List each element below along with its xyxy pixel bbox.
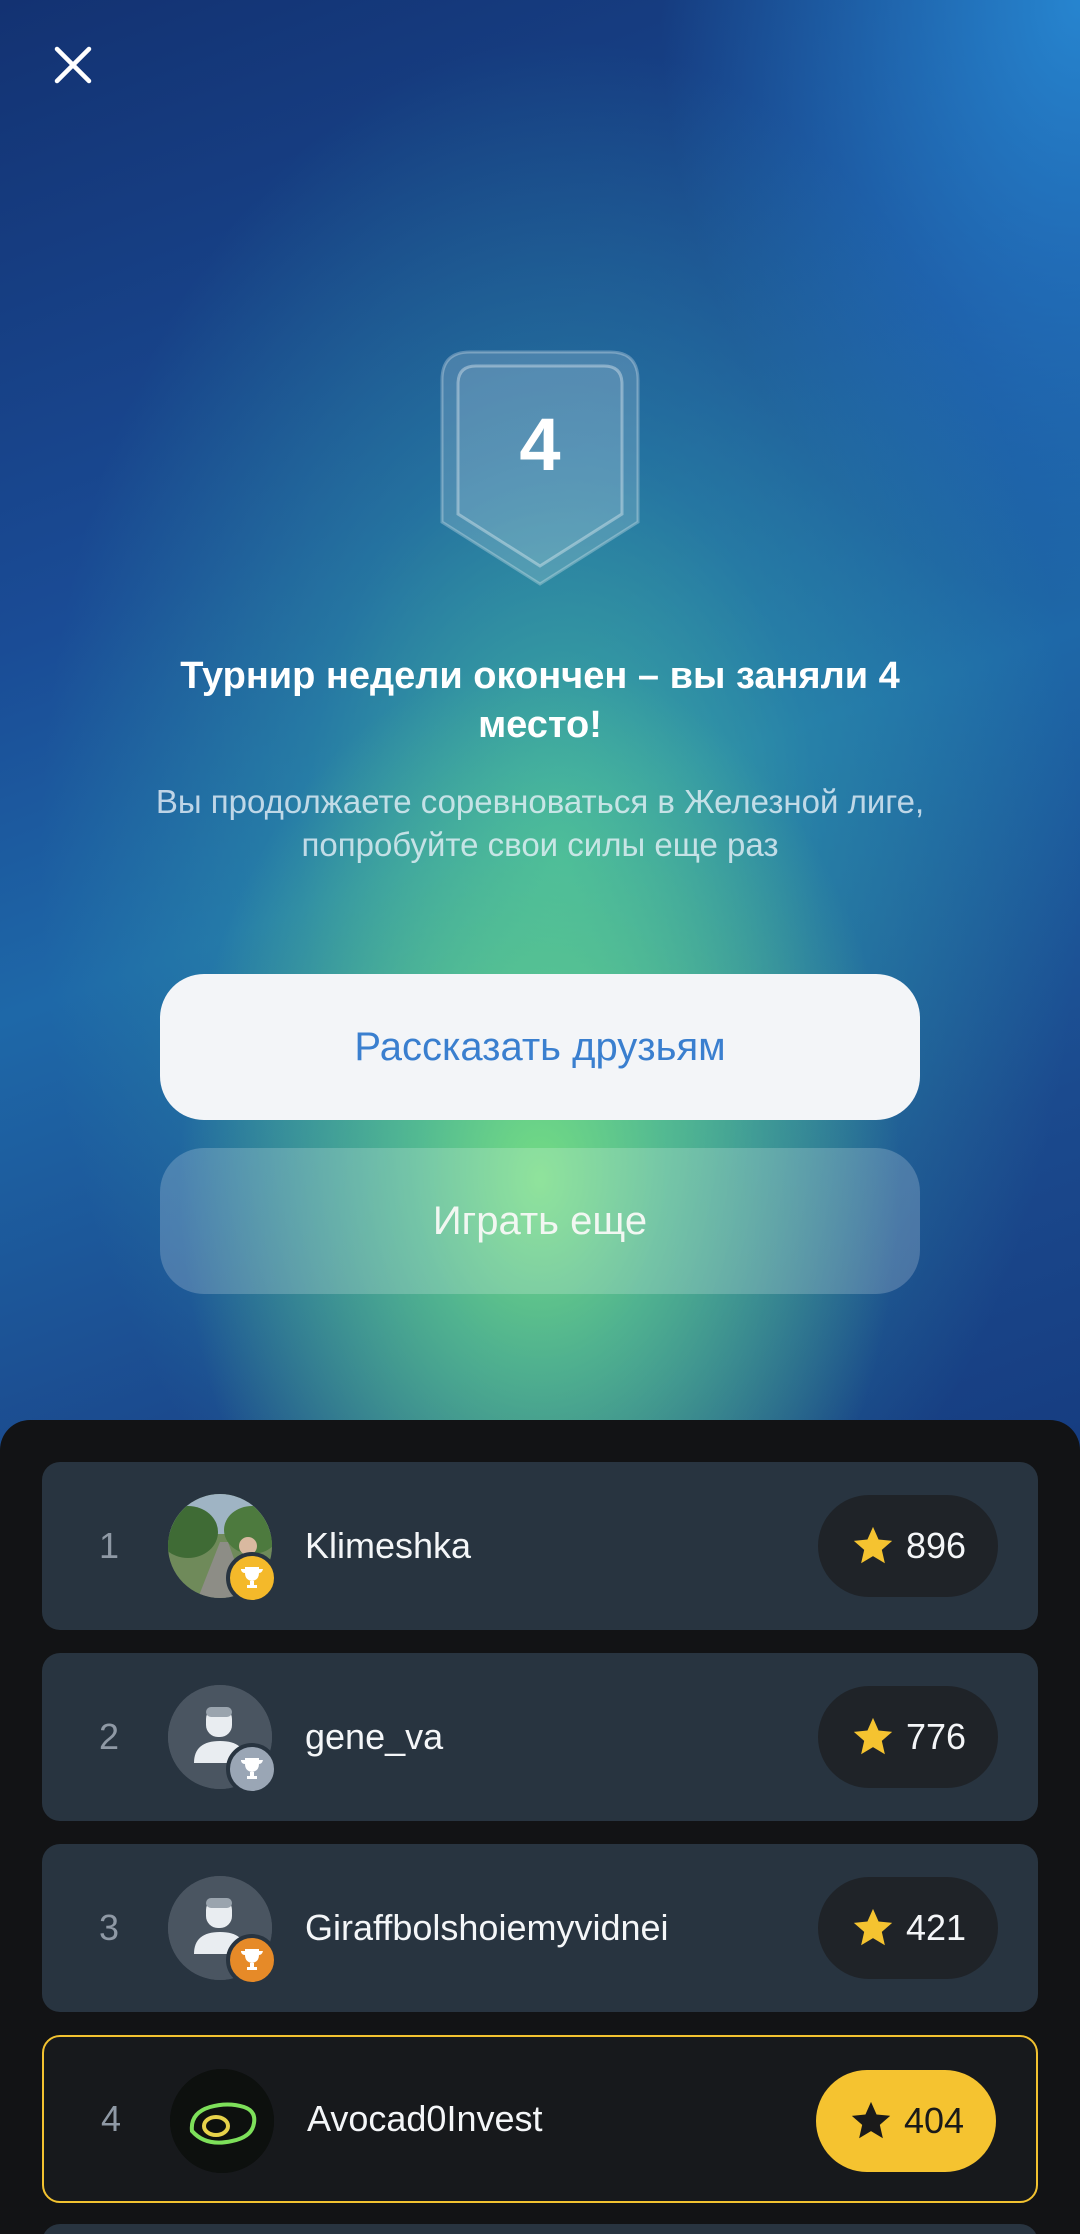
score-pill: 896 [818, 1495, 998, 1597]
avatar [170, 2069, 274, 2173]
play-again-button[interactable]: Играть еще [160, 1148, 920, 1294]
star-icon [853, 1908, 893, 1946]
score-value: 421 [905, 1907, 967, 1948]
star-icon [853, 1717, 893, 1755]
close-icon [54, 46, 92, 84]
trophy-bronze-icon [226, 1934, 278, 1986]
score-pill: 776 [818, 1686, 998, 1788]
player-name: Klimeshka [305, 1525, 472, 1566]
place-badge: 4 [440, 350, 640, 586]
avatar [168, 1876, 278, 1986]
player-name: gene_va [305, 1716, 444, 1757]
avatar [168, 1494, 278, 1604]
score-value: 404 [903, 2100, 965, 2141]
leaderboard-row[interactable]: 3 Giraffbolshoiemyvidnei 421 [42, 1844, 1038, 2012]
leaderboard-row[interactable]: 2 gene_va 776 [42, 1653, 1038, 1821]
close-button[interactable] [44, 36, 102, 94]
leaderboard-row-current-user[interactable]: 4 Avocad0Invest 404 [42, 2035, 1038, 2203]
trophy-silver-icon [226, 1743, 278, 1795]
rank-number: 4 [100, 2098, 122, 2139]
leaderboard: 1 Klimeshka 896 2 gene_va 776 3 Giraffbo… [0, 1420, 1080, 2234]
score-value: 776 [905, 1716, 967, 1757]
star-icon [851, 2101, 891, 2139]
star-icon [853, 1526, 893, 1564]
score-pill: 404 [816, 2070, 996, 2172]
avocado-icon [170, 2069, 274, 2173]
score-value: 896 [905, 1525, 967, 1566]
result-title: Турнир недели окончен – вы заняли 4 мест… [180, 655, 900, 746]
rank-number: 2 [98, 1716, 120, 1757]
player-name: Giraffbolshoiemyvidnei [305, 1907, 669, 1948]
place-number: 4 [519, 403, 561, 486]
leaderboard-row-partial [42, 2224, 1038, 2234]
score-pill: 421 [818, 1877, 998, 1979]
share-button[interactable]: Рассказать друзьям [160, 974, 920, 1120]
trophy-gold-icon [226, 1552, 278, 1604]
rank-number: 3 [98, 1907, 120, 1948]
player-name: Avocad0Invest [307, 2098, 543, 2139]
leaderboard-row[interactable]: 1 Klimeshka 896 [42, 1462, 1038, 1630]
result-subtitle: Вы продолжаете соревноваться в Железной … [155, 783, 925, 863]
avatar [168, 1685, 278, 1795]
rank-number: 1 [98, 1525, 120, 1566]
